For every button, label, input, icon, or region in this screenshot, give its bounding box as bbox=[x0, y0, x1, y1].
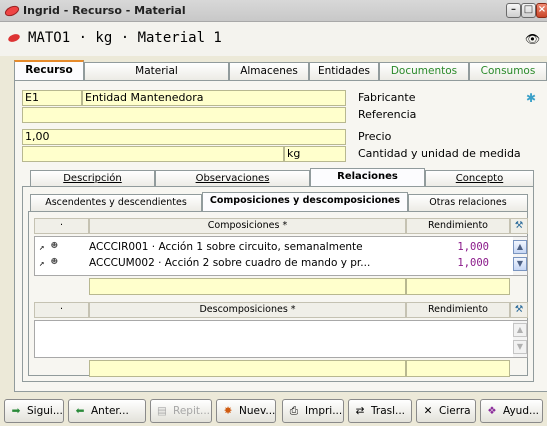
new-icon: ✸ bbox=[223, 405, 233, 417]
tab-recurso[interactable]: Recurso bbox=[14, 60, 84, 81]
record-title: MATO1 · kg · Material 1 bbox=[28, 30, 222, 46]
tab-consumos[interactable]: Consumos bbox=[469, 62, 547, 80]
desc-rendimiento-entry[interactable] bbox=[406, 360, 510, 377]
scroll-up-icon[interactable]: ▲ bbox=[513, 323, 527, 337]
cantidad-label: Cantidad y unidad de medida bbox=[358, 147, 521, 160]
precio-label: Precio bbox=[358, 130, 392, 143]
tab-entidades[interactable]: Entidades bbox=[309, 62, 379, 80]
tab-relaciones[interactable]: Relaciones bbox=[310, 168, 425, 187]
maximize-button[interactable]: □ bbox=[521, 3, 536, 18]
close-icon: ✕ bbox=[423, 405, 433, 417]
composiciones-grid: ↗ ☻ ACCCIR001 · Acción 1 sobre circuito,… bbox=[34, 236, 528, 276]
cierra-label: Cierra bbox=[439, 405, 471, 417]
fabricante-label: Fabricante bbox=[358, 91, 416, 104]
referencia-field[interactable] bbox=[22, 107, 346, 123]
tab-almacenes[interactable]: Almacenes bbox=[229, 62, 309, 80]
table-row[interactable]: ↗ ☻ ACCCIR001 · Acción 1 sobre circuito,… bbox=[35, 239, 511, 255]
precio-field[interactable]: 1,00 bbox=[22, 129, 346, 145]
siguiente-label: Sigui... bbox=[27, 405, 63, 417]
tab-ascendentes[interactable]: Ascendentes y descendientes bbox=[30, 194, 202, 211]
scroll-down-icon[interactable]: ▼ bbox=[513, 257, 527, 271]
title-bar: Ingrid - Recurso - Material – □ × bbox=[0, 0, 547, 22]
desc-scrollbar[interactable]: ▲ ▼ bbox=[513, 321, 527, 357]
cierra-button[interactable]: ✕ Cierra bbox=[416, 399, 476, 423]
repetir-label: Repit... bbox=[173, 405, 210, 417]
descomposiciones-grid: ▲ ▼ bbox=[34, 320, 528, 358]
referencia-label: Referencia bbox=[358, 108, 417, 121]
person-icon: ☻ bbox=[51, 255, 58, 268]
tab-composiciones[interactable]: Composiciones y descomposiciones bbox=[202, 192, 408, 211]
comp-col-rendimiento[interactable]: Rendimiento bbox=[406, 218, 510, 234]
printer-icon: ⎙ bbox=[289, 405, 299, 417]
tab-concepto-label: Concepto bbox=[455, 173, 504, 184]
comp-name-entry[interactable] bbox=[89, 278, 406, 295]
desc-col-dot[interactable]: · bbox=[34, 302, 89, 318]
anterior-button[interactable]: ⬅ Anter... bbox=[68, 399, 146, 423]
repeat-icon: ▤ bbox=[157, 405, 167, 417]
scroll-up-icon[interactable]: ▲ bbox=[513, 240, 527, 254]
comp-col-dot[interactable]: · bbox=[34, 218, 89, 234]
comp-col-name[interactable]: Composiciones * bbox=[89, 218, 406, 234]
desc-config-icon[interactable]: ⚒ bbox=[510, 302, 528, 318]
snowflake-icon[interactable]: ✱ bbox=[526, 91, 536, 105]
tab-documentos[interactable]: Documentos bbox=[379, 62, 469, 80]
ayuda-label: Ayud... bbox=[503, 405, 540, 417]
desc-col-name[interactable]: Descomposiciones * bbox=[89, 302, 406, 318]
repetir-button[interactable]: ▤ Repit... bbox=[150, 399, 212, 423]
unit-field[interactable]: kg bbox=[284, 146, 346, 162]
transfer-icon: ⇄ bbox=[355, 405, 365, 417]
desc-col-rendimiento[interactable]: Rendimiento bbox=[406, 302, 510, 318]
help-icon: ❖ bbox=[487, 405, 497, 417]
tab-descripcion[interactable]: Descripción bbox=[30, 170, 155, 187]
imprimir-button[interactable]: ⎙ Impri... bbox=[282, 399, 344, 423]
composicion-rendimiento: 1,000 bbox=[457, 257, 489, 269]
tab-concepto[interactable]: Concepto bbox=[425, 170, 534, 187]
imprimir-label: Impri... bbox=[305, 405, 343, 417]
close-window-button[interactable]: × bbox=[536, 3, 547, 18]
link-arrow-icon: ↗ bbox=[39, 243, 45, 253]
composicion-text: ACCCIR001 · Acción 1 sobre circuito, sem… bbox=[89, 241, 363, 253]
person-icon: ☻ bbox=[51, 239, 58, 252]
table-row[interactable]: ↗ ☻ ACCCUM002 · Acción 2 sobre cuadro de… bbox=[35, 255, 511, 271]
desc-name-entry[interactable] bbox=[89, 360, 406, 377]
trasladar-button[interactable]: ⇄ Trasl... bbox=[348, 399, 412, 423]
entity-name-field[interactable]: Entidad Mantenedora bbox=[82, 90, 346, 106]
arrow-left-icon: ⬅ bbox=[75, 405, 85, 417]
main-tabs: Recurso Material Almacenes Entidades Doc… bbox=[14, 60, 547, 81]
arrow-right-icon: ➡ bbox=[11, 405, 21, 417]
siguiente-button[interactable]: ➡ Sigui... bbox=[4, 399, 64, 423]
ayuda-button[interactable]: ❖ Ayud... bbox=[480, 399, 543, 423]
bottom-toolbar: ➡ Sigui... ⬅ Anter... ▤ Repit... ✸ Nuev... ⎙… bbox=[0, 396, 547, 426]
trasladar-label: Trasl... bbox=[371, 405, 406, 417]
composicion-rendimiento: 1,000 bbox=[457, 241, 489, 253]
tab-otras-relaciones[interactable]: Otras relaciones bbox=[408, 194, 528, 211]
comp-rendimiento-entry[interactable] bbox=[406, 278, 510, 295]
nuevo-button[interactable]: ✸ Nuev... bbox=[216, 399, 276, 423]
minimize-button[interactable]: – bbox=[506, 3, 521, 18]
ingrid-app-icon bbox=[4, 5, 20, 17]
nuevo-label: Nuev... bbox=[239, 405, 276, 417]
tab-descripcion-label: Descripción bbox=[63, 173, 122, 184]
entity-code-field[interactable]: E1 bbox=[22, 90, 82, 106]
comp-scrollbar[interactable]: ▲ ▼ bbox=[513, 237, 527, 275]
window-title: Ingrid - Recurso - Material bbox=[23, 4, 186, 17]
composicion-text: ACCCUM002 · Acción 2 sobre cuadro de man… bbox=[89, 257, 371, 269]
binoculars-icon[interactable]: 👁 bbox=[525, 32, 540, 46]
tab-observaciones[interactable]: Observaciones bbox=[155, 170, 310, 187]
record-heading: MATO1 · kg · Material 1 👁 bbox=[0, 22, 547, 56]
cantidad-field[interactable] bbox=[22, 146, 284, 162]
anterior-label: Anter... bbox=[91, 405, 129, 417]
tab-observaciones-label: Observaciones bbox=[195, 173, 270, 184]
scroll-down-icon[interactable]: ▼ bbox=[513, 340, 527, 354]
tab-material[interactable]: Material bbox=[84, 62, 229, 80]
material-icon bbox=[8, 34, 20, 42]
comp-config-icon[interactable]: ⚒ bbox=[510, 218, 528, 234]
link-arrow-icon: ↗ bbox=[39, 259, 45, 269]
